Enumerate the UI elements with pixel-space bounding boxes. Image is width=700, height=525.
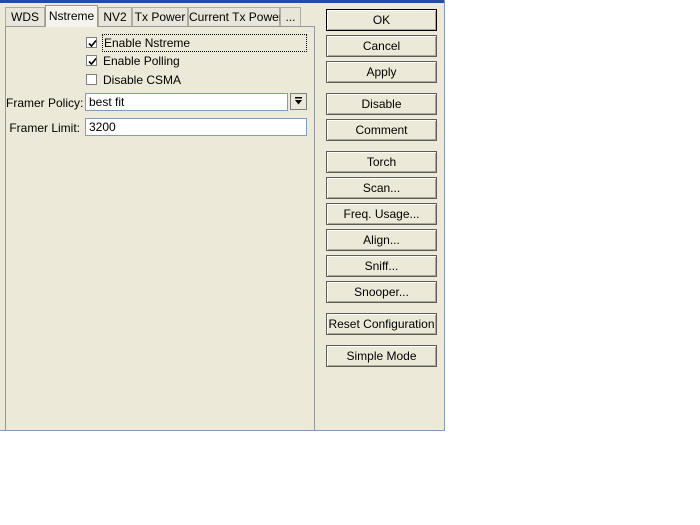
tab-current-tx-power[interactable]: Current Tx Power bbox=[188, 7, 283, 26]
scan-button[interactable]: Scan... bbox=[326, 177, 437, 199]
ok-button[interactable]: OK bbox=[326, 9, 437, 31]
dropdown-arrow-icon bbox=[295, 97, 302, 105]
tab-more[interactable]: ... bbox=[280, 7, 301, 26]
disable-csma-label: Disable CSMA bbox=[103, 73, 182, 87]
sniff-button[interactable]: Sniff... bbox=[326, 255, 437, 277]
framer-limit-input[interactable]: 3200 bbox=[85, 118, 307, 136]
nstreme-panel: Enable Nstreme Enable Polling Disable CS… bbox=[5, 26, 315, 430]
simple-mode-button[interactable]: Simple Mode bbox=[326, 345, 437, 367]
cancel-button[interactable]: Cancel bbox=[326, 35, 437, 57]
wireless-interface-window: WDS Nstreme NV2 Tx Power Current Tx Powe… bbox=[0, 0, 445, 431]
apply-button[interactable]: Apply bbox=[326, 61, 437, 83]
enable-nstreme-label: Enable Nstreme bbox=[102, 34, 307, 52]
tab-nv2[interactable]: NV2 bbox=[98, 7, 132, 26]
framer-policy-dropdown-button[interactable] bbox=[290, 93, 307, 110]
window-title-strip bbox=[0, 0, 444, 3]
enable-polling-label: Enable Polling bbox=[103, 54, 180, 68]
disable-button[interactable]: Disable bbox=[326, 93, 437, 115]
reset-configuration-button[interactable]: Reset Configuration bbox=[326, 313, 437, 335]
tab-tx-power[interactable]: Tx Power bbox=[132, 7, 188, 26]
framer-limit-label: Framer Limit: bbox=[9, 121, 80, 135]
disable-csma-checkbox[interactable] bbox=[86, 74, 97, 85]
align-button[interactable]: Align... bbox=[326, 229, 437, 251]
torch-button[interactable]: Torch bbox=[326, 151, 437, 173]
tab-wds[interactable]: WDS bbox=[5, 7, 45, 26]
freq-usage-button[interactable]: Freq. Usage... bbox=[326, 203, 437, 225]
tab-nstreme[interactable]: Nstreme bbox=[45, 5, 98, 27]
framer-policy-select[interactable]: best fit bbox=[85, 93, 288, 111]
enable-polling-checkbox[interactable] bbox=[86, 55, 97, 66]
enable-nstreme-checkbox[interactable] bbox=[86, 37, 97, 48]
check-icon bbox=[88, 57, 97, 66]
check-icon bbox=[88, 39, 97, 48]
framer-policy-label: Framer Policy: bbox=[6, 96, 84, 110]
snooper-button[interactable]: Snooper... bbox=[326, 281, 437, 303]
comment-button[interactable]: Comment bbox=[326, 119, 437, 141]
